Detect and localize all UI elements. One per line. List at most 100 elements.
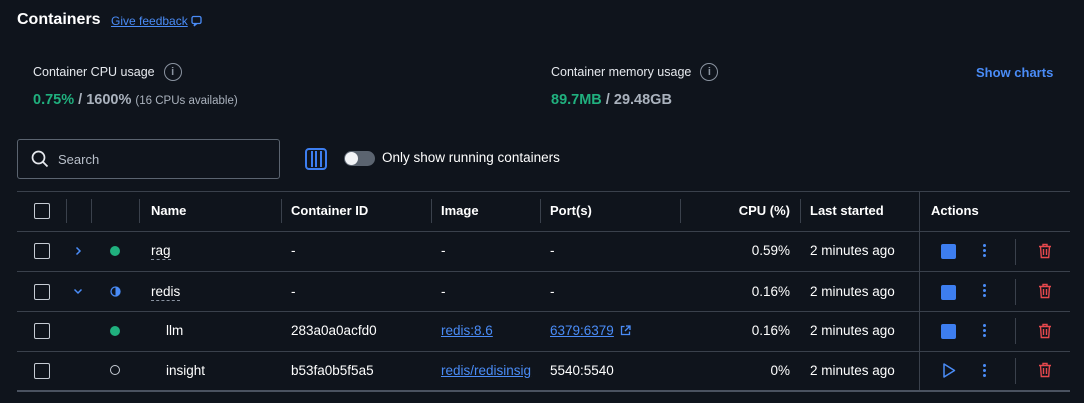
column-bar-icon	[310, 151, 313, 167]
table-bottom-divider	[17, 390, 1070, 392]
row-divider	[17, 351, 1070, 352]
action-separator	[1015, 279, 1016, 305]
header-container-id[interactable]: Container ID	[291, 203, 368, 218]
column-bar-icon	[315, 151, 317, 167]
container-last-started: 2 minutes ago	[810, 363, 895, 378]
header-actions: Actions	[931, 203, 979, 218]
row-divider	[17, 271, 1070, 272]
container-image: -	[441, 284, 446, 299]
cpu-usage-label: Container CPU usage	[33, 65, 155, 79]
container-id: 283a0a0acfd0	[291, 323, 377, 338]
stop-button[interactable]	[941, 244, 956, 259]
container-name[interactable]: rag	[151, 243, 171, 260]
external-link-icon	[620, 325, 631, 336]
row-divider	[17, 311, 1070, 312]
col-separator	[431, 199, 432, 223]
running-only-toggle[interactable]	[344, 151, 375, 166]
cpu-sep: /	[74, 92, 87, 108]
status-partial-icon	[110, 286, 121, 297]
search-input[interactable]	[58, 151, 258, 167]
container-ports: -	[550, 284, 555, 299]
play-icon[interactable]	[941, 362, 957, 379]
header-last-started[interactable]: Last started	[810, 203, 884, 218]
memory-usage-label-row: Container memory usage i	[551, 63, 719, 81]
trash-icon[interactable]	[1038, 243, 1052, 259]
search-box[interactable]	[17, 139, 280, 179]
info-icon[interactable]: i	[700, 63, 719, 81]
col-separator	[66, 199, 67, 223]
port-link[interactable]: 6379:6379	[550, 323, 631, 338]
trash-icon[interactable]	[1038, 283, 1052, 299]
header-cpu[interactable]: CPU (%)	[700, 203, 790, 218]
row-checkbox[interactable]	[34, 284, 50, 300]
show-charts-button[interactable]: Show charts	[976, 65, 1053, 80]
container-name[interactable]: insight	[166, 363, 205, 378]
col-separator	[139, 199, 140, 223]
container-id: -	[291, 284, 296, 299]
image-link[interactable]: redis/redisinsig	[441, 363, 540, 378]
columns-toggle-button[interactable]	[305, 148, 327, 170]
container-id: -	[291, 243, 296, 258]
toggle-knob	[345, 152, 358, 165]
container-last-started: 2 minutes ago	[810, 243, 895, 258]
container-last-started: 2 minutes ago	[810, 323, 895, 338]
image-link[interactable]: redis:8.6	[441, 323, 493, 338]
cpu-total: 1600%	[86, 92, 132, 108]
give-feedback-label: Give feedback	[111, 14, 188, 28]
container-cpu: 0%	[770, 363, 790, 378]
trash-icon[interactable]	[1038, 323, 1052, 339]
col-separator	[800, 199, 801, 223]
stop-button[interactable]	[941, 285, 956, 300]
cpu-usage-value: 0.75% / 1600% (16 CPUs available)	[33, 92, 238, 108]
col-separator	[281, 199, 282, 223]
row-checkbox[interactable]	[34, 243, 50, 259]
more-options-icon[interactable]	[982, 244, 986, 257]
header-name[interactable]: Name	[151, 203, 186, 218]
search-icon	[31, 150, 49, 168]
container-name[interactable]: llm	[166, 323, 183, 338]
feedback-icon	[191, 15, 202, 27]
container-image: -	[441, 243, 446, 258]
select-all-checkbox[interactable]	[34, 203, 50, 219]
chevron-right-icon[interactable]	[74, 246, 83, 256]
table-top-divider	[17, 191, 1070, 192]
more-options-icon[interactable]	[982, 364, 986, 377]
memory-usage-value: 89.7MB / 29.48GB	[551, 92, 672, 108]
status-stopped-icon	[110, 365, 120, 375]
memory-usage-label: Container memory usage	[551, 65, 692, 79]
container-ports: -	[550, 243, 555, 258]
trash-icon[interactable]	[1038, 362, 1052, 378]
status-running-icon	[110, 326, 120, 336]
col-separator	[680, 199, 681, 223]
container-cpu: 0.16%	[751, 323, 790, 338]
row-checkbox[interactable]	[34, 363, 50, 379]
stop-button[interactable]	[941, 324, 956, 339]
action-separator	[1015, 358, 1016, 384]
chevron-down-icon[interactable]	[73, 287, 83, 296]
container-cpu: 0.59%	[751, 243, 790, 258]
port-link-label: 6379:6379	[550, 323, 614, 338]
status-running-icon	[110, 246, 120, 256]
action-separator	[1015, 318, 1016, 344]
memory-sep: /	[601, 92, 614, 108]
column-bar-icon	[319, 151, 322, 167]
cpu-usage-label-row: Container CPU usage i	[33, 63, 182, 81]
row-checkbox[interactable]	[34, 323, 50, 339]
more-options-icon[interactable]	[982, 324, 986, 337]
col-separator	[540, 199, 541, 223]
container-name[interactable]: redis	[151, 284, 181, 301]
page-title: Containers	[17, 11, 101, 28]
header-divider	[17, 231, 1070, 232]
memory-used: 89.7MB	[551, 92, 602, 108]
container-id: b53fa0b5f5a5	[291, 363, 374, 378]
action-separator	[1015, 239, 1016, 265]
memory-total: 29.48GB	[613, 92, 672, 108]
header-ports[interactable]: Port(s)	[550, 203, 592, 218]
more-options-icon[interactable]	[982, 284, 986, 297]
info-icon[interactable]: i	[163, 63, 182, 81]
cpu-used: 0.75%	[33, 92, 75, 108]
header-image[interactable]: Image	[441, 203, 479, 218]
give-feedback-link[interactable]: Give feedback	[111, 14, 203, 28]
col-separator	[91, 199, 92, 223]
cpu-note: (16 CPUs available)	[135, 95, 238, 107]
